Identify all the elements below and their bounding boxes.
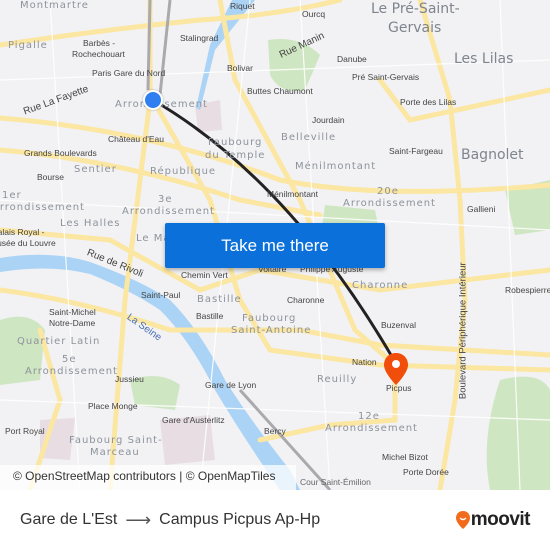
station-label: Jourdain (312, 115, 345, 125)
district-label: Reuilly (317, 374, 358, 385)
moovit-pin-icon (455, 511, 470, 529)
arrow-right-icon: ⟶ (125, 509, 152, 530)
district-label: Arrondissement (25, 366, 118, 377)
station-label: Saint-Michel (49, 307, 96, 317)
map-attribution[interactable]: © OpenStreetMap contributors | © OpenMap… (0, 465, 296, 490)
station-label: Chemin Vert (181, 270, 228, 280)
station-label: Pré Saint-Gervais (352, 72, 420, 82)
city-label: Le Pré-Saint- (371, 1, 460, 17)
origin-label: Gare de L'Est (20, 511, 118, 528)
district-label: Faubourg (208, 137, 263, 148)
station-label: Rochechouart (72, 49, 125, 59)
station-label: Château d'Eau (108, 134, 164, 144)
moovit-logo[interactable]: moovit (455, 509, 531, 531)
district-label: Montmartre (20, 0, 89, 11)
district-label: Pigalle (8, 40, 48, 51)
station-label: Ménilmontant (267, 189, 319, 199)
station-label: Ourcq (302, 9, 326, 19)
station-label: Danube (337, 54, 367, 64)
station-label: Paris Gare du Nord (92, 68, 166, 78)
station-label: Grands Boulevards (24, 148, 97, 158)
district-label: Bastille (197, 294, 242, 305)
district-label: Marceau (90, 447, 140, 458)
district-label: Arrondissement (343, 198, 436, 209)
station-label: Jussieu (115, 374, 144, 384)
district-label: Ménilmontant (295, 161, 377, 172)
district-label: Arrondissement (0, 202, 85, 213)
origin-marker[interactable] (143, 90, 163, 110)
moovit-wordmark: moovit (470, 509, 531, 530)
district-label: Arrondissement (325, 423, 418, 434)
district-label: Arrondissement (122, 206, 215, 217)
station-label: Michel Bizot (382, 452, 428, 462)
district-label: Quartier Latin (17, 336, 101, 347)
station-label: Bercy (264, 426, 286, 436)
district-label: Sentier (74, 164, 117, 175)
station-label: Riquet (230, 1, 255, 11)
district-label: Faubourg (242, 313, 297, 324)
destination-label: Campus Picpus Ap-Hp (159, 511, 321, 528)
district-label: Les Halles (60, 218, 121, 229)
station-label: Charonne (287, 295, 325, 305)
station-label: Barbès - (83, 38, 116, 48)
destination-pin-icon[interactable] (383, 352, 409, 386)
station-label: Saint-Fargeau (389, 146, 443, 156)
street-label: Boulevard Périphérique Intérieur (457, 262, 469, 400)
district-label: du Temple (205, 150, 266, 161)
station-label: Gallieni (467, 204, 496, 214)
district-label: Faubourg Saint- (69, 435, 163, 446)
station-label: Palais Royal - (0, 227, 45, 237)
map[interactable]: Montmartre Riquet Ourcq Le Pré-Saint- Ge… (0, 0, 550, 490)
district-label: 3e (158, 194, 173, 205)
station-label: Musée du Louvre (0, 238, 56, 248)
station-label: Porte des Lilas (400, 97, 457, 107)
station-label: Buzenval (381, 320, 416, 330)
city-label: Gervais (388, 20, 442, 36)
station-label: Bourse (37, 172, 64, 182)
station-label: Place Monge (88, 401, 138, 411)
station-label: Porte Dorée (403, 467, 449, 477)
district-label: Charonne (352, 280, 409, 291)
district-label: 12e (358, 411, 380, 422)
station-label: Cour Saint-Émilion (300, 477, 371, 487)
district-label: Belleville (281, 132, 337, 143)
station-label: Gare de Lyon (205, 380, 257, 390)
station-label: Robespierre (505, 285, 550, 295)
station-label: Notre-Dame (49, 318, 96, 328)
district-label: République (150, 166, 217, 177)
station-label: Stalingrad (180, 33, 219, 43)
station-label: Saint-Paul (141, 290, 181, 300)
district-label: Saint-Antoine (231, 325, 312, 336)
station-label: Nation (352, 357, 377, 367)
footer: Gare de L'Est ⟶ Campus Picpus Ap-Hp moov… (0, 490, 550, 550)
city-label: Les Lilas (454, 51, 514, 67)
take-me-there-button[interactable]: Take me there (165, 223, 385, 268)
station-label: Bolivar (227, 63, 253, 73)
station-label: Port Royal (5, 426, 45, 436)
station-label: Buttes Chaumont (247, 86, 313, 96)
station-label: Gare d'Austerlitz (162, 415, 225, 425)
district-label: 1er (2, 190, 22, 201)
district-label: 5e (62, 354, 77, 365)
station-label: Bastille (196, 311, 224, 321)
district-label: 20e (377, 186, 399, 197)
city-label: Bagnolet (461, 147, 524, 163)
